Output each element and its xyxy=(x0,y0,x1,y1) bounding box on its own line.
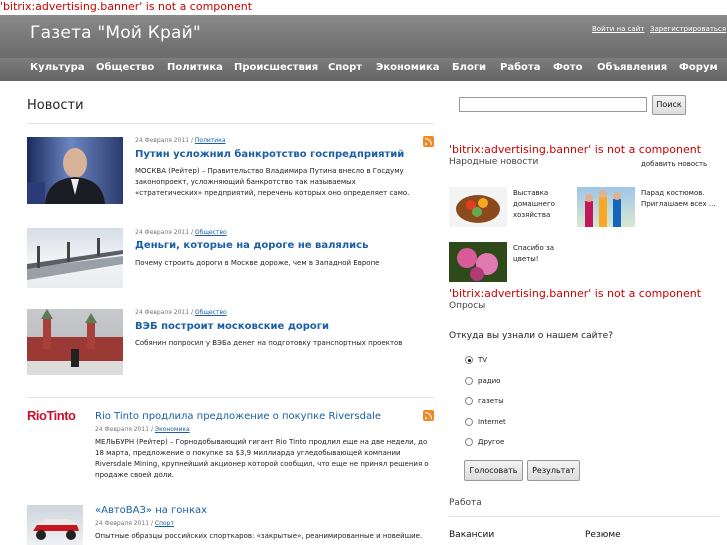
poll-option-radio-internet[interactable] xyxy=(465,418,473,426)
result-button[interactable]: Результат xyxy=(527,460,580,481)
vote-button[interactable]: Голосовать xyxy=(464,460,523,481)
race-car-photo xyxy=(31,519,81,540)
rss-icon[interactable] xyxy=(423,136,434,147)
costume-parade-photo xyxy=(585,190,621,227)
main-nav: Культура Общество Политика Происшествия … xyxy=(0,58,727,81)
poll-option-radio-newspapers[interactable] xyxy=(465,397,473,405)
people-news-title: Народные новости xyxy=(449,157,539,167)
nav-item-economy[interactable]: Экономика xyxy=(376,62,440,73)
news-date: 24 Февраля 2011 xyxy=(135,229,190,236)
divider xyxy=(449,516,719,517)
riotinto-logo: RioTinto xyxy=(27,408,76,423)
nav-item-incidents[interactable]: Происшествия xyxy=(234,62,318,73)
news-date: 24 Февраля 2011 xyxy=(135,137,190,144)
jobs-title: Работа xyxy=(449,498,482,508)
people-news-thumbnail[interactable] xyxy=(577,187,635,227)
road-photo xyxy=(27,238,123,280)
resumes-link[interactable]: Резюме xyxy=(585,530,621,540)
basket-photo xyxy=(456,195,500,223)
nav-item-jobs[interactable]: Работа xyxy=(500,62,540,73)
news-category-link[interactable]: Общество xyxy=(195,309,227,316)
news-summary: Опытные образцы российских спорткаров: «… xyxy=(95,532,423,540)
news-meta: 24 Февраля 2011 / Политика xyxy=(135,137,226,144)
poll-option-label: TV xyxy=(478,356,488,364)
page-title: Новости xyxy=(27,98,84,113)
poll-option-radio-radio[interactable] xyxy=(465,377,473,385)
news-meta: 24 Февраля 2011 / Экономика xyxy=(95,426,190,433)
poll-option-label: радио xyxy=(478,377,501,385)
person-photo xyxy=(27,148,105,204)
poll-option-label: газеты xyxy=(478,397,504,405)
nav-item-culture[interactable]: Культура xyxy=(30,62,85,73)
advertising-error-top: 'bitrix:advertising.banner' is not a com… xyxy=(0,0,253,13)
divider xyxy=(27,123,434,124)
divider xyxy=(27,397,434,398)
news-title-link[interactable]: Деньги, которые на дороге не валялись xyxy=(135,240,368,251)
news-meta: 24 Февраля 2011 / Общество xyxy=(135,229,227,236)
news-category-link[interactable]: Общество xyxy=(195,229,227,236)
people-news-item[interactable]: Выставка домашнего хозяйства xyxy=(513,188,571,221)
flowers-photo xyxy=(457,248,498,281)
nav-item-society[interactable]: Общество xyxy=(96,62,154,73)
news-category-link[interactable]: Экономика xyxy=(155,426,190,433)
news-thumbnail[interactable] xyxy=(27,309,123,375)
advertising-error-side: 'bitrix:advertising.banner' is not a com… xyxy=(449,287,702,300)
news-thumbnail[interactable] xyxy=(27,137,123,204)
news-category-link[interactable]: Политика xyxy=(195,137,226,144)
news-thumbnail[interactable] xyxy=(27,505,83,545)
nav-item-forum[interactable]: Форум xyxy=(679,62,718,73)
poll-option-radio-other[interactable] xyxy=(465,438,473,446)
site-header: Газета "Мой Край" Войти на сайт Зарегист… xyxy=(0,15,727,81)
polls-title: Опросы xyxy=(449,301,486,311)
poll-option-label: Internet xyxy=(478,418,506,426)
login-link[interactable]: Войти на сайт xyxy=(592,25,644,33)
nav-item-blogs[interactable]: Блоги xyxy=(452,62,486,73)
people-news-thumbnail[interactable] xyxy=(449,187,507,227)
people-news-item[interactable]: Спасибо за цветы! xyxy=(513,243,571,265)
news-date: 24 Февраля 2011 xyxy=(95,520,150,527)
news-thumbnail[interactable] xyxy=(27,228,123,288)
search-input[interactable] xyxy=(459,97,647,112)
poll-option-label: Другое xyxy=(478,438,505,446)
nav-item-politics[interactable]: Политика xyxy=(167,62,223,73)
add-news-link[interactable]: добавить новость xyxy=(641,160,707,168)
nav-item-sport[interactable]: Спорт xyxy=(328,62,362,73)
news-title-link[interactable]: Путин усложнил банкротство госпредприяти… xyxy=(135,149,404,160)
people-news-thumbnail[interactable] xyxy=(449,242,507,282)
news-summary: МОСКВА (Рейтер) – Правительство Владимир… xyxy=(135,167,410,197)
advertising-error-side: 'bitrix:advertising.banner' is not a com… xyxy=(449,143,702,156)
nav-item-photo[interactable]: Фото xyxy=(553,62,582,73)
nav-item-ads[interactable]: Объявления xyxy=(597,62,667,73)
register-link[interactable]: Зарегистрироваться xyxy=(650,25,726,33)
news-title-link[interactable]: «АвтоВАЗ» на гонках xyxy=(95,505,207,516)
poll-option-radio-tv[interactable] xyxy=(465,356,473,364)
news-date: 24 Февраля 2011 xyxy=(95,426,150,433)
news-summary: Собянин попросил у ВЭБа денег на подгото… xyxy=(135,339,403,347)
news-category-link[interactable]: Спорт xyxy=(155,520,174,527)
vacancies-link[interactable]: Вакансии xyxy=(449,530,494,540)
news-meta: 24 Февраля 2011 / Спорт xyxy=(95,520,174,527)
news-title-link[interactable]: ВЭБ построит московские дороги xyxy=(135,321,329,332)
news-summary: Почему строить дороги в Москве дороже, ч… xyxy=(135,259,380,267)
news-summary: МЕЛЬБУРН (Рейтер) – Горнодобывающий гига… xyxy=(95,438,429,479)
poll-question: Откуда вы узнали о нашем сайте? xyxy=(449,331,613,341)
site-title[interactable]: Газета "Мой Край" xyxy=(30,23,201,43)
rss-icon[interactable] xyxy=(423,410,434,421)
kremlin-photo xyxy=(27,309,123,375)
search-button[interactable]: Поиск xyxy=(652,95,686,115)
news-date: 24 Февраля 2011 xyxy=(135,309,190,316)
people-news-item[interactable]: Парад костюмов. Приглашаем всех ... xyxy=(641,188,723,210)
news-title-link[interactable]: Rio Tinto продлила предложение о покупке… xyxy=(95,411,381,422)
news-meta: 24 Февраля 2011 / Общество xyxy=(135,309,227,316)
